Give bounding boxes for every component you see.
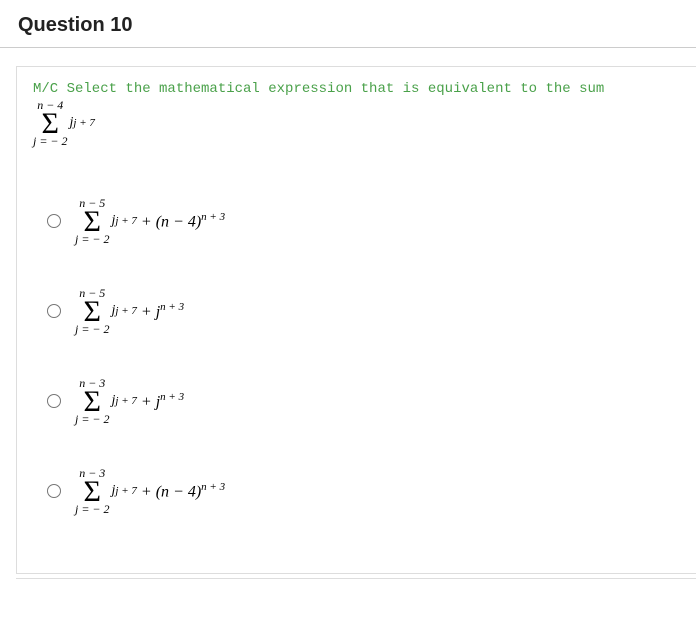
- tail-prefix: + j: [141, 393, 160, 410]
- body-exp: j + 7: [73, 117, 94, 129]
- option-math-4: n − 3 Σ j = − 2 jj + 7 + (n − 4)n + 3: [75, 467, 225, 515]
- question-header: Question 10: [0, 0, 696, 48]
- sigma-lower: j = − 2: [75, 233, 110, 245]
- radio-opt4[interactable]: [47, 484, 61, 498]
- tail-exp: n + 3: [201, 481, 225, 493]
- body-exp: j + 7: [115, 215, 136, 227]
- option-math-3: n − 3 Σ j = − 2 jj + 7 + jn + 3: [75, 377, 184, 425]
- options-group: n − 5 Σ j = − 2 jj + 7 + (n − 4)n + 3: [33, 197, 680, 515]
- prompt-text: M/C Select the mathematical expression t…: [33, 81, 680, 97]
- body-exp: j + 7: [115, 485, 136, 497]
- tail-exp: n + 3: [160, 391, 184, 403]
- body-exp: j + 7: [115, 305, 136, 317]
- radio-opt3[interactable]: [47, 394, 61, 408]
- question-panel: M/C Select the mathematical expression t…: [16, 66, 696, 574]
- prompt-sigma: n − 4 Σ j = − 2 jj + 7: [33, 99, 95, 147]
- tail-prefix: + j: [141, 303, 160, 320]
- sigma-column: n − 4 Σ j = − 2: [33, 99, 68, 147]
- option-math-1: n − 5 Σ j = − 2 jj + 7 + (n − 4)n + 3: [75, 197, 225, 245]
- sigma-lower: j = − 2: [33, 135, 68, 147]
- sigma-lower: j = − 2: [75, 503, 110, 515]
- sigma-body: jj + 7: [70, 115, 95, 131]
- option-row[interactable]: n − 3 Σ j = − 2 jj + 7 + jn + 3: [33, 377, 680, 425]
- sigma-lower: j = − 2: [75, 323, 110, 335]
- option-math-2: n − 5 Σ j = − 2 jj + 7 + jn + 3: [75, 287, 184, 335]
- radio-opt1[interactable]: [47, 214, 61, 228]
- prompt-expression: n − 4 Σ j = − 2 jj + 7: [33, 99, 680, 147]
- option-row[interactable]: n − 5 Σ j = − 2 jj + 7 + jn + 3: [33, 287, 680, 335]
- tail-exp: n + 3: [160, 301, 184, 313]
- tail-prefix: + (n − 4): [141, 483, 201, 500]
- option-row[interactable]: n − 5 Σ j = − 2 jj + 7 + (n − 4)n + 3: [33, 197, 680, 245]
- question-title: Question 10: [18, 14, 678, 37]
- tail-prefix: + (n − 4): [141, 213, 201, 230]
- radio-opt2[interactable]: [47, 304, 61, 318]
- tail-exp: n + 3: [201, 211, 225, 223]
- option-row[interactable]: n − 3 Σ j = − 2 jj + 7 + (n − 4)n + 3: [33, 467, 680, 515]
- bottom-divider: [16, 578, 696, 579]
- sigma-lower: j = − 2: [75, 413, 110, 425]
- body-exp: j + 7: [115, 395, 136, 407]
